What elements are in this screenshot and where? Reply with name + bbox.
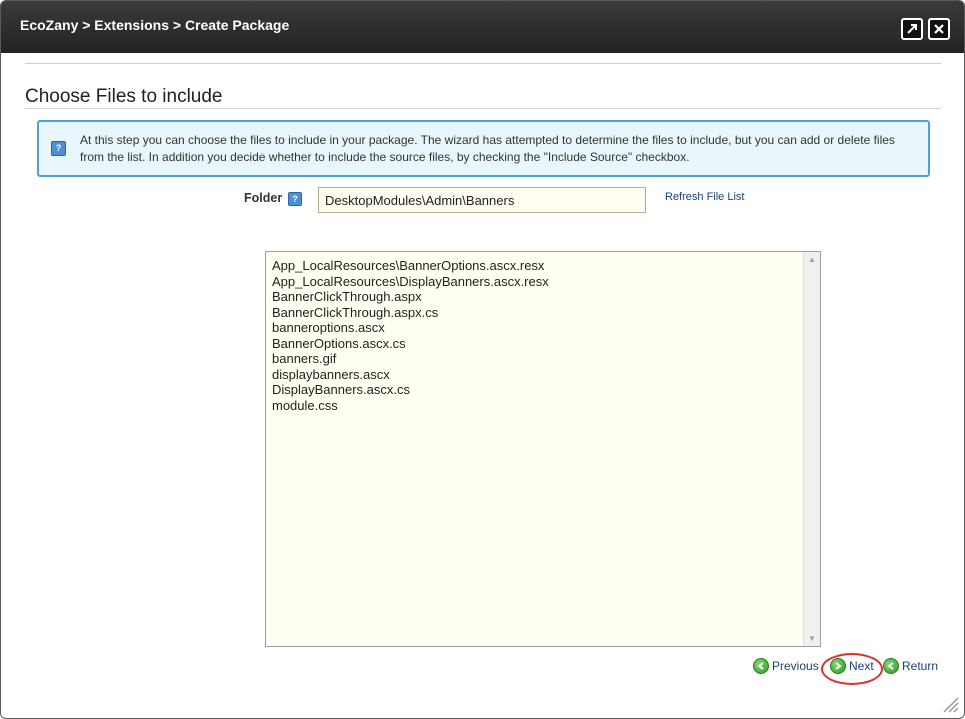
file-list-items: App_LocalResources\BannerOptions.ascx.re… [266, 252, 820, 413]
divider [25, 108, 941, 109]
file-list-item[interactable]: displaybanners.ascx [272, 367, 820, 383]
create-package-dialog: EcoZany > Extensions > Create Package Ch… [0, 0, 965, 719]
scroll-up-icon[interactable]: ▲ [804, 252, 820, 267]
file-list-item[interactable]: module.css [272, 398, 820, 414]
previous-label: Previous [772, 659, 819, 673]
resize-grip-icon[interactable] [939, 693, 959, 713]
arrow-left-icon [753, 658, 769, 674]
maximize-button[interactable] [901, 18, 923, 40]
file-list-item[interactable]: DisplayBanners.ascx.cs [272, 382, 820, 398]
close-button[interactable] [928, 18, 950, 40]
arrow-left-icon [883, 658, 899, 674]
maximize-icon [907, 24, 917, 34]
file-list-item[interactable]: BannerOptions.ascx.cs [272, 336, 820, 352]
close-icon [934, 24, 944, 34]
return-button[interactable]: Return [883, 658, 938, 674]
info-box: ? At this step you can choose the files … [37, 120, 930, 177]
folder-input[interactable] [318, 187, 646, 213]
info-text: At this step you can choose the files to… [80, 133, 895, 164]
page-title: Choose Files to include [25, 86, 223, 107]
refresh-file-list-link[interactable]: Refresh File List [665, 191, 744, 203]
info-icon: ? [51, 141, 66, 156]
folder-label: Folder [244, 191, 283, 205]
previous-button[interactable]: Previous [753, 658, 819, 674]
file-list-item[interactable]: BannerClickThrough.aspx.cs [272, 305, 820, 321]
scroll-down-icon[interactable]: ▼ [804, 631, 820, 646]
file-list-item[interactable]: banneroptions.ascx [272, 320, 820, 336]
file-list-item[interactable]: App_LocalResources\DisplayBanners.ascx.r… [272, 274, 820, 290]
file-list[interactable]: App_LocalResources\BannerOptions.ascx.re… [265, 251, 821, 647]
divider [25, 63, 941, 64]
window-title: EcoZany > Extensions > Create Package [20, 17, 290, 33]
file-list-item[interactable]: BannerClickThrough.aspx [272, 289, 820, 305]
file-list-item[interactable]: App_LocalResources\BannerOptions.ascx.re… [272, 258, 820, 274]
next-highlight-ring [821, 653, 883, 685]
return-label: Return [902, 659, 939, 673]
file-list-item[interactable]: banners.gif [272, 351, 820, 367]
file-list-scrollbar[interactable]: ▲ ▼ [803, 252, 820, 646]
title-bar[interactable]: EcoZany > Extensions > Create Package [1, 1, 964, 53]
help-icon[interactable]: ? [288, 192, 302, 206]
